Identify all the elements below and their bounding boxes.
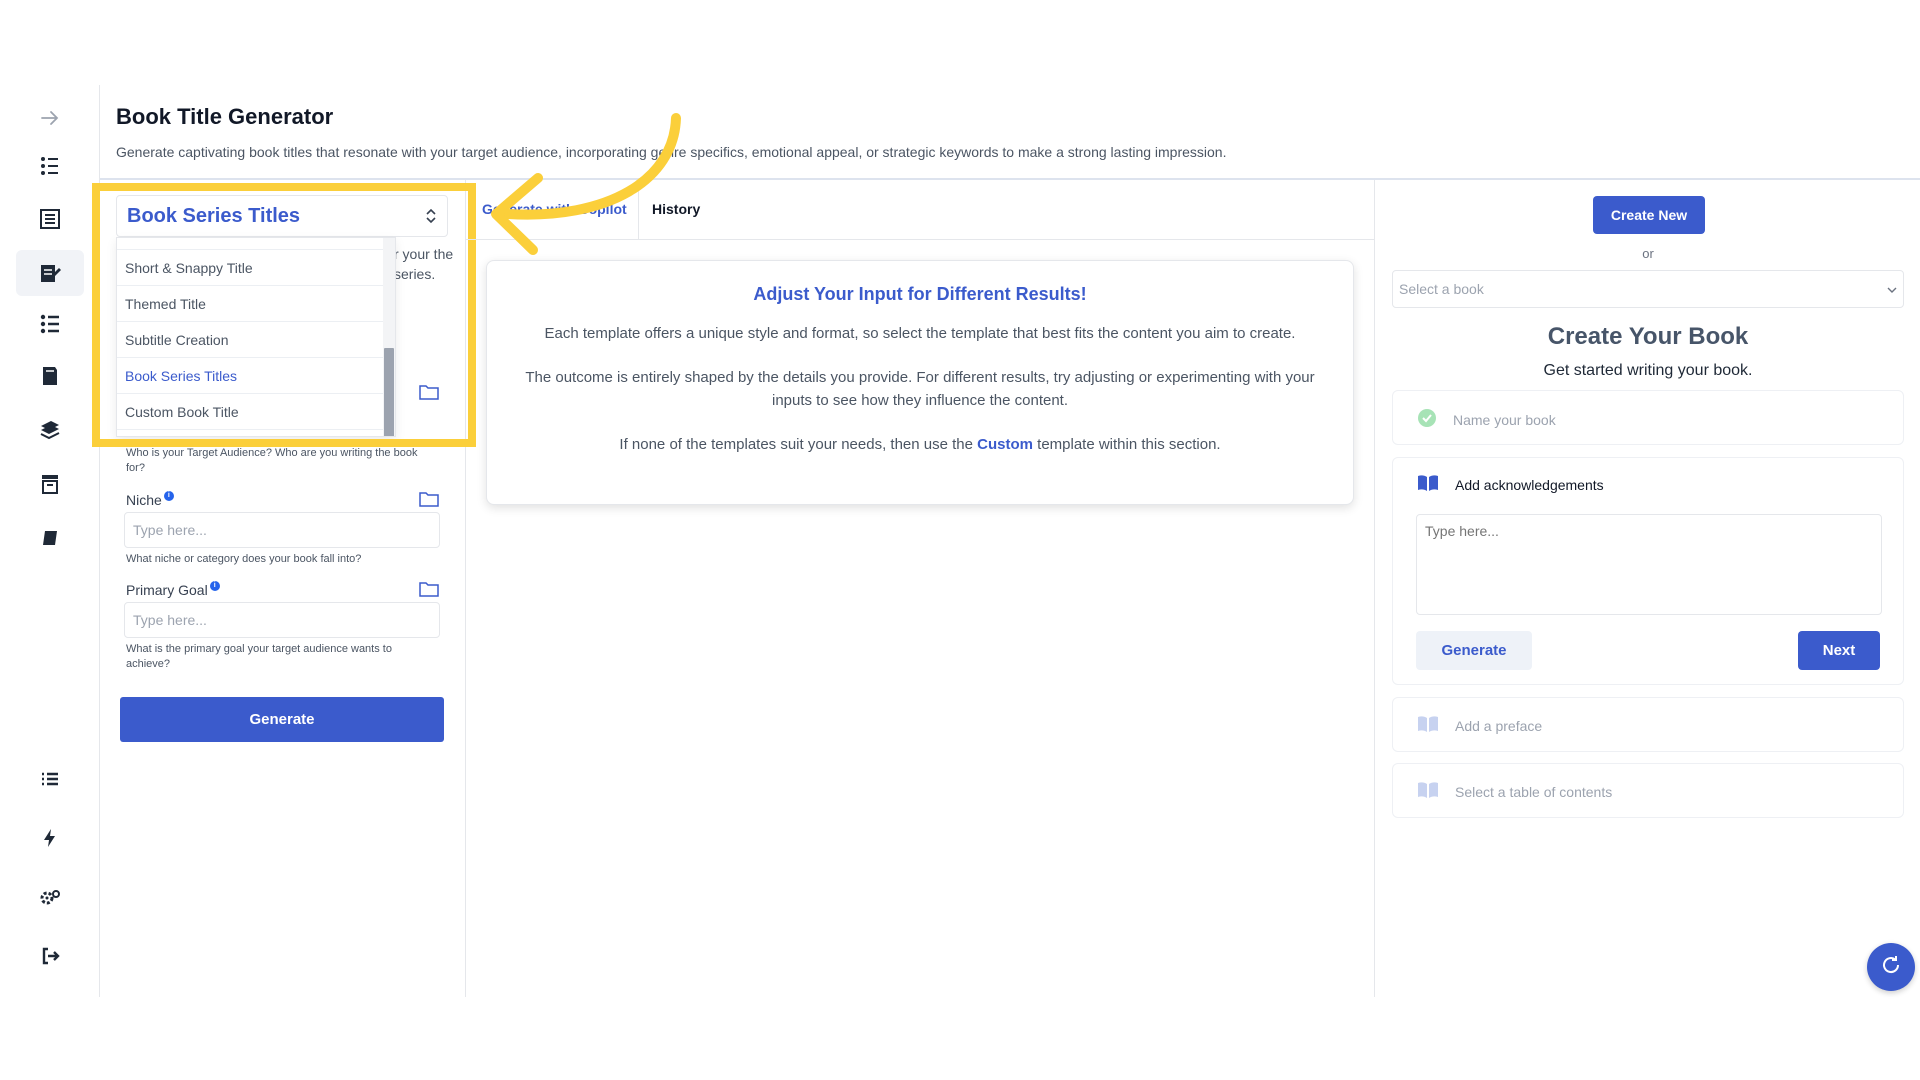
sidebar-rail bbox=[0, 85, 100, 997]
generate-button[interactable]: Generate bbox=[120, 697, 444, 742]
page-title: Book Title Generator bbox=[116, 104, 334, 129]
step-label: Add a preface bbox=[1455, 717, 1543, 734]
step-label: Select a table of contents bbox=[1455, 783, 1613, 800]
info-icon[interactable]: i bbox=[163, 491, 174, 501]
generate-acknowledgements-button[interactable]: Generate bbox=[1416, 631, 1532, 670]
bolt-icon[interactable] bbox=[30, 818, 70, 858]
info-card-text: template within this section. bbox=[1032, 436, 1221, 453]
checklist-icon[interactable] bbox=[30, 304, 70, 344]
list-ordered-icon[interactable] bbox=[30, 146, 70, 186]
folder-icon[interactable] bbox=[419, 490, 439, 513]
step-preface[interactable]: Add a preface bbox=[1392, 697, 1904, 752]
create-book-title: Create Your Book bbox=[1547, 323, 1749, 350]
archive-icon[interactable] bbox=[30, 464, 70, 504]
next-button[interactable]: Next bbox=[1798, 631, 1880, 670]
step-name-book[interactable]: Name your book bbox=[1392, 390, 1904, 445]
target-audience-help: Who is your Target Audience? Who are you… bbox=[126, 447, 418, 474]
step-row: Name your book bbox=[1417, 408, 1556, 431]
document-list-icon[interactable] bbox=[30, 199, 70, 239]
logout-icon[interactable] bbox=[30, 936, 70, 976]
niche-label-text: Niche bbox=[126, 492, 162, 508]
book-icon[interactable] bbox=[30, 356, 70, 396]
step-table-of-contents[interactable]: Select a table of contents bbox=[1392, 763, 1904, 818]
chevron-down-icon bbox=[1887, 281, 1897, 297]
check-circle-icon bbox=[1417, 408, 1437, 431]
step-row: Add acknowledgements bbox=[1417, 474, 1604, 495]
niche-input[interactable] bbox=[124, 512, 440, 548]
primary-goal-help: What is the primary goal your target aud… bbox=[126, 643, 392, 670]
info-card-text: If none of the templates suit your needs… bbox=[619, 436, 978, 453]
niche-label: Niche i bbox=[126, 491, 174, 508]
create-new-button[interactable]: Create New bbox=[1593, 196, 1705, 234]
open-book-icon bbox=[1417, 474, 1439, 495]
open-book-icon bbox=[1417, 715, 1439, 736]
custom-template-link[interactable]: Custom bbox=[977, 436, 1033, 453]
book-select-placeholder: Select a book bbox=[1399, 281, 1484, 297]
info-icon[interactable]: i bbox=[209, 581, 220, 591]
list-icon[interactable] bbox=[30, 760, 70, 800]
niche-help: What niche or category does your book fa… bbox=[126, 553, 362, 565]
step-acknowledgements: Add acknowledgements Generate Next bbox=[1392, 457, 1904, 685]
or-separator: or bbox=[1642, 246, 1654, 261]
info-card: Adjust Your Input for Different Results!… bbox=[486, 260, 1354, 505]
annotation-arrow-icon bbox=[491, 113, 681, 255]
acknowledgements-textarea[interactable] bbox=[1416, 514, 1882, 615]
primary-goal-label-text: Primary Goal bbox=[126, 582, 208, 598]
open-book-icon bbox=[1417, 781, 1439, 802]
refresh-icon bbox=[1879, 953, 1903, 982]
folder-icon[interactable] bbox=[419, 580, 439, 603]
step-label: Add acknowledgements bbox=[1455, 476, 1604, 493]
info-card-paragraph: Each template offers a unique style and … bbox=[544, 325, 1296, 342]
info-card-paragraph: The outcome is entirely shaped by the de… bbox=[525, 369, 1315, 409]
edit-document-icon[interactable] bbox=[16, 250, 84, 296]
step-row: Select a table of contents bbox=[1417, 781, 1612, 802]
books-stack-icon[interactable] bbox=[30, 409, 70, 449]
step-row: Add a preface bbox=[1417, 715, 1542, 736]
info-card-title: Adjust Your Input for Different Results! bbox=[753, 284, 1087, 304]
book-panel: Create New or Select a book Create Your … bbox=[1374, 180, 1920, 997]
primary-goal-label: Primary Goal i bbox=[126, 581, 220, 598]
create-book-subtitle: Get started writing your book. bbox=[1543, 362, 1753, 379]
step-label: Name your book bbox=[1453, 411, 1556, 428]
gears-icon[interactable] bbox=[30, 878, 70, 918]
chat-fab[interactable] bbox=[1867, 943, 1915, 991]
arrow-right-icon[interactable] bbox=[30, 98, 70, 138]
primary-goal-input[interactable] bbox=[124, 602, 440, 638]
highlight-box bbox=[92, 183, 476, 447]
info-card-paragraph: If none of the templates suit your needs… bbox=[510, 433, 1330, 456]
book-select[interactable]: Select a book bbox=[1392, 270, 1904, 308]
book-small-icon[interactable] bbox=[30, 518, 70, 558]
